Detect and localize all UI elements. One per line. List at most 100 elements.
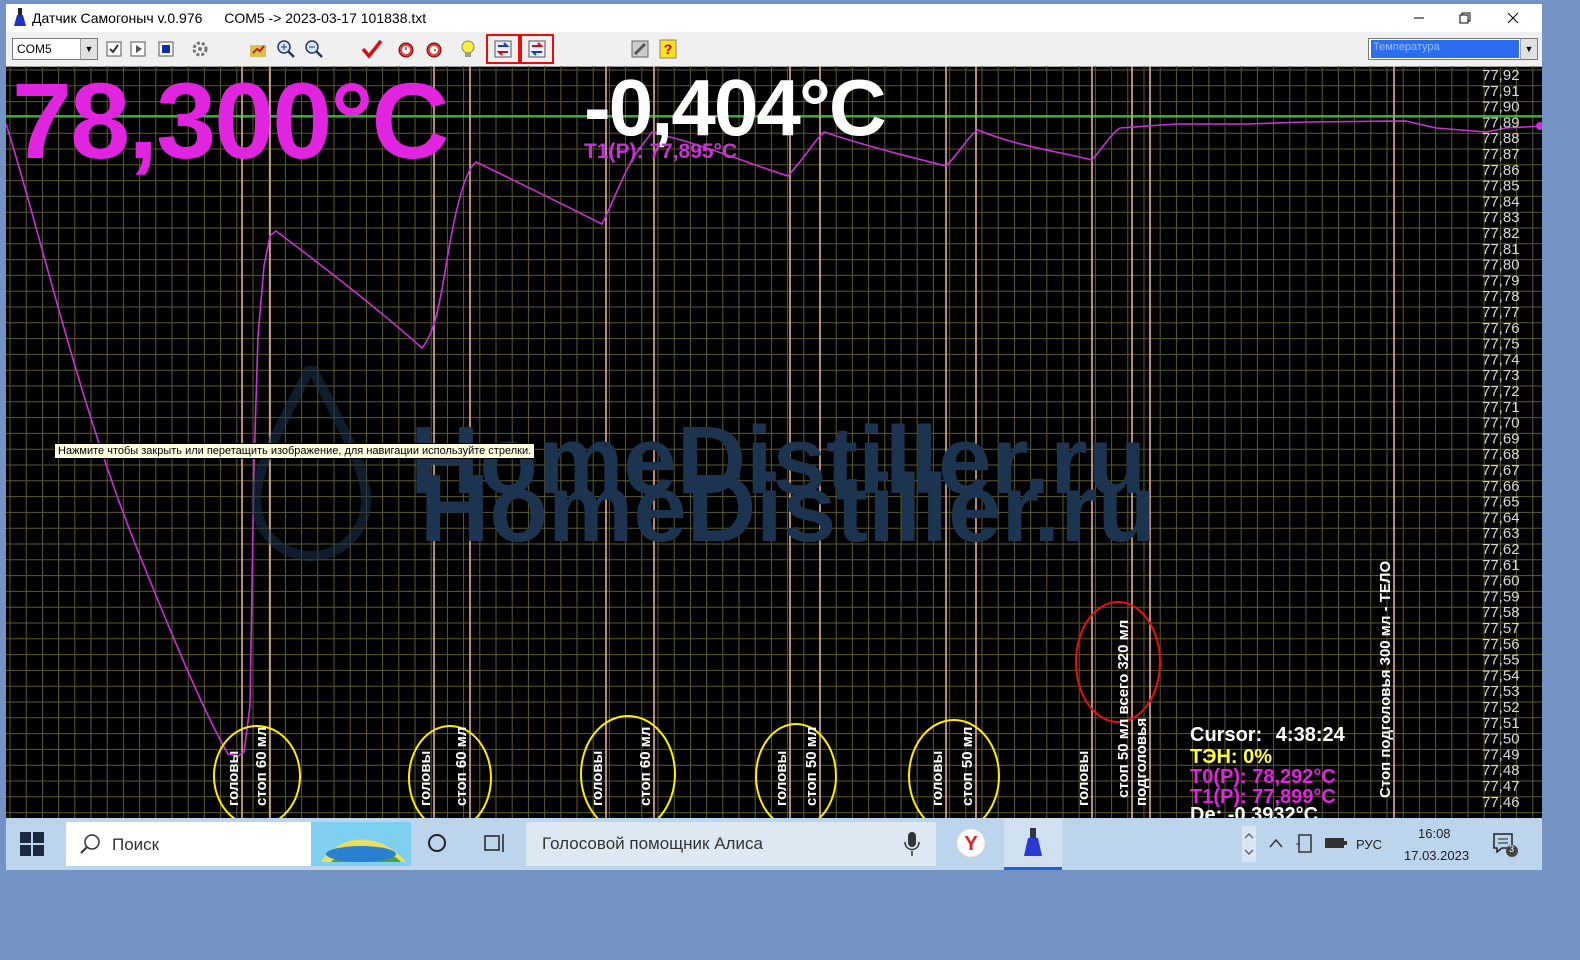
y-axis-label: 77,81 bbox=[1482, 241, 1520, 258]
y-axis-label: 77,64 bbox=[1482, 509, 1520, 526]
y-axis-label: 77,48 bbox=[1482, 762, 1520, 779]
windows-logo-icon bbox=[20, 832, 44, 856]
alisa-label: Голосовой помощник Алиса bbox=[542, 834, 763, 853]
y-axis-label: 77,83 bbox=[1482, 209, 1520, 226]
search-icon bbox=[80, 834, 100, 854]
y-axis-label: 77,82 bbox=[1482, 225, 1520, 242]
task-view-button[interactable] bbox=[484, 832, 508, 859]
swap-sensors-button-1[interactable] bbox=[486, 34, 520, 64]
y-axis-label: 77,50 bbox=[1482, 731, 1520, 748]
search-placeholder: Поиск bbox=[112, 835, 160, 854]
language-indicator[interactable]: РУС bbox=[1356, 837, 1382, 852]
svg-text:?: ? bbox=[664, 41, 673, 57]
y-axis-label: 77,87 bbox=[1482, 146, 1520, 163]
zoom-in-icon bbox=[277, 40, 295, 58]
swap-arrows-icon bbox=[528, 40, 546, 58]
y-axis-label: 77,52 bbox=[1482, 699, 1520, 716]
close-button[interactable] bbox=[1490, 7, 1536, 29]
y-axis-label: 77,46 bbox=[1482, 794, 1520, 811]
checkbox-icon bbox=[106, 41, 122, 57]
y-axis-label: 77,47 bbox=[1482, 778, 1520, 795]
gear-icon bbox=[192, 41, 208, 57]
marker-label: головы bbox=[417, 751, 434, 806]
cursor-dot bbox=[1536, 122, 1542, 130]
zoom-out-icon bbox=[305, 40, 323, 58]
microphone-icon bbox=[904, 832, 920, 856]
task-view-icon bbox=[484, 834, 504, 852]
y-axis-label: 77,49 bbox=[1482, 746, 1520, 763]
marker-label: стоп 60 мл bbox=[253, 727, 270, 806]
battery-icon bbox=[1325, 838, 1347, 848]
yandex-browser-button[interactable]: Y bbox=[956, 828, 986, 863]
y-axis-label: 77,62 bbox=[1482, 541, 1520, 558]
checkmark-icon bbox=[361, 39, 383, 59]
y-axis-label: 77,65 bbox=[1482, 494, 1520, 511]
notification-count: 3 bbox=[1509, 844, 1515, 854]
watermark-text-2: HomeDistiller.ru bbox=[420, 455, 1157, 562]
y-axis-label: 77,51 bbox=[1482, 715, 1520, 732]
alarm-clock-icon bbox=[426, 42, 442, 58]
marker-label: головы bbox=[929, 751, 946, 806]
samogonych-taskbar-button[interactable] bbox=[1004, 818, 1062, 870]
port-select[interactable]: COM5 ▼ bbox=[12, 38, 98, 60]
notifications-button[interactable]: 3 bbox=[1492, 832, 1518, 863]
restore-icon bbox=[1459, 12, 1471, 24]
tools-button[interactable] bbox=[628, 37, 652, 61]
tablet-mode-button[interactable] bbox=[1296, 834, 1314, 859]
title-bar[interactable]: Датчик Самогоныч v.0.976 COM5 -> 2023-03… bbox=[6, 4, 1542, 32]
battery-button[interactable] bbox=[1324, 836, 1348, 855]
y-axis-label: 77,75 bbox=[1482, 336, 1520, 353]
app-title: Датчик Самогоныч v.0.976 bbox=[32, 10, 203, 26]
image-tooltip[interactable]: Нажмите чтобы закрыть или перетащить изо… bbox=[54, 443, 536, 459]
temperature-graph[interactable]: головы стоп 60 мл головы стоп 60 мл головы ст… bbox=[6, 60, 1542, 826]
swap-arrows-icon bbox=[494, 40, 512, 58]
device-icon bbox=[1296, 834, 1312, 853]
minimize-icon bbox=[1414, 17, 1424, 19]
marker-label: Стоп подголовья 300 мл - ТЕЛО bbox=[1377, 561, 1394, 798]
y-axis-label: 77,80 bbox=[1482, 257, 1520, 274]
sensor-select-value: Температура bbox=[1371, 40, 1519, 58]
y-axis-label: 77,74 bbox=[1482, 351, 1520, 368]
y-axis-label: 77,60 bbox=[1482, 573, 1520, 590]
help-icon: ? bbox=[659, 39, 677, 59]
y-axis-label: 77,77 bbox=[1482, 304, 1520, 321]
y-axis-label: 77,63 bbox=[1482, 525, 1520, 542]
y-axis-label: 77,61 bbox=[1482, 557, 1520, 574]
marker-label: головы bbox=[225, 751, 242, 806]
sensor-select[interactable]: Температура ▼ bbox=[1368, 38, 1538, 60]
cortana-button[interactable] bbox=[426, 832, 448, 859]
tray-overflow-button[interactable] bbox=[1268, 836, 1284, 854]
start-button[interactable] bbox=[20, 832, 44, 861]
cursor-time: 4:38:24 bbox=[1275, 724, 1345, 746]
maximize-button[interactable] bbox=[1442, 7, 1488, 29]
y-axis-label: 77,58 bbox=[1482, 604, 1520, 621]
minimize-button[interactable] bbox=[1396, 7, 1442, 29]
yellow-highlight-5 bbox=[908, 719, 1000, 818]
taskbar-scroll-arrows[interactable] bbox=[1242, 826, 1256, 862]
notification-icon bbox=[1493, 833, 1518, 857]
alisa-voice-assistant[interactable]: Голосовой помощник Алиса bbox=[526, 822, 936, 866]
clock-date[interactable]: 17.03.2023 bbox=[1404, 848, 1469, 863]
y-axis-label: 77,70 bbox=[1482, 415, 1520, 432]
taskbar: Поиск Голосовой помощник Алиса Y РУС 16:… bbox=[6, 818, 1542, 870]
y-axis-label: 77,56 bbox=[1482, 636, 1520, 653]
swap-sensors-button-2[interactable] bbox=[520, 34, 554, 64]
main-temperature: 78,300°C bbox=[12, 60, 450, 181]
clock-time[interactable]: 16:08 bbox=[1418, 826, 1451, 841]
y-axis-label: 77,85 bbox=[1482, 178, 1520, 195]
y-axis-label: 77,84 bbox=[1482, 193, 1520, 210]
flask-icon bbox=[14, 8, 26, 26]
y-axis-label: 77,88 bbox=[1482, 130, 1520, 147]
marker-label: стоп 50 мл bbox=[803, 727, 820, 806]
y-axis-label: 77,86 bbox=[1482, 162, 1520, 179]
watermark-drop-icon bbox=[251, 366, 371, 561]
marker-label: головы bbox=[773, 751, 790, 806]
light-button[interactable] bbox=[456, 37, 480, 61]
chevron-down-icon: ▼ bbox=[1520, 39, 1537, 59]
y-axis-label: 77,79 bbox=[1482, 272, 1520, 289]
y-axis-label: 77,72 bbox=[1482, 383, 1520, 400]
help-button[interactable]: ? bbox=[656, 37, 680, 61]
taskbar-search[interactable]: Поиск bbox=[66, 822, 411, 866]
y-axis-label: 77,57 bbox=[1482, 620, 1520, 637]
file-title: COM5 -> 2023-03-17 101838.txt bbox=[224, 10, 427, 26]
